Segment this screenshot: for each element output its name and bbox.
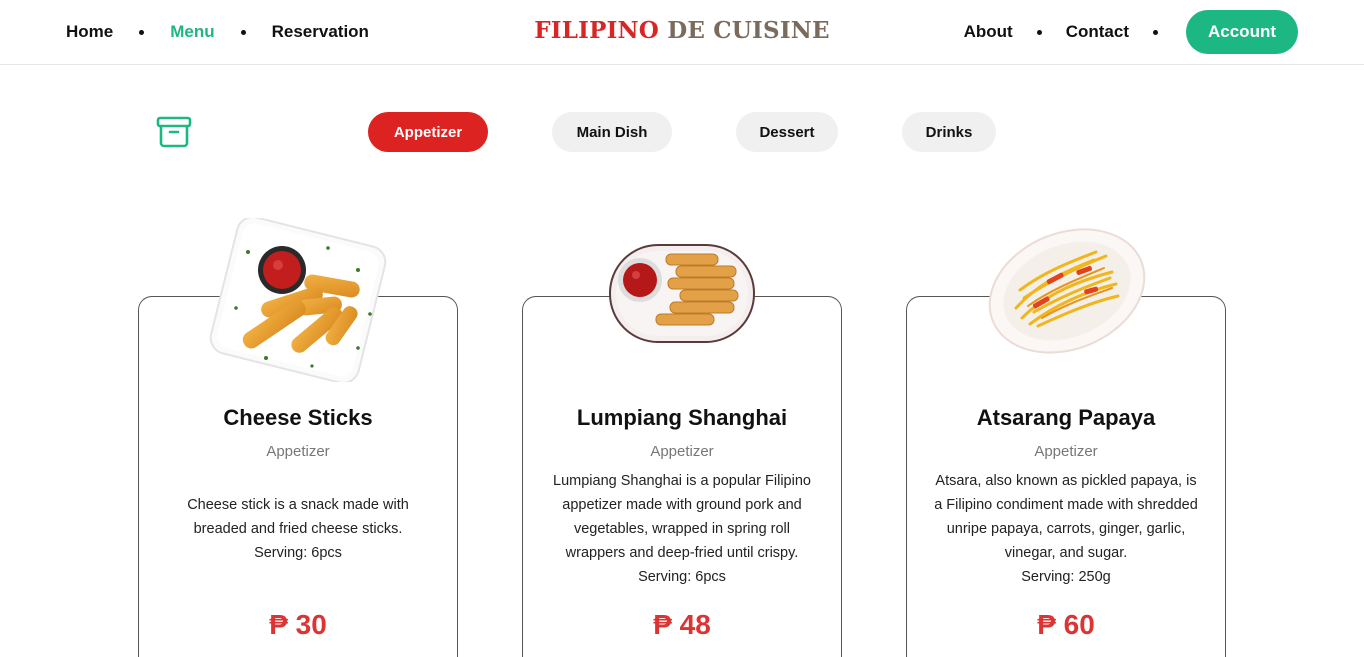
serving-text: Serving: 250g (1021, 569, 1111, 585)
account-button[interactable]: Account (1186, 10, 1298, 54)
menu-item-title: Cheese Sticks (223, 405, 373, 430)
archive-box-icon[interactable] (156, 115, 192, 149)
description-text: Atsara, also known as pickled papaya, is… (934, 473, 1198, 561)
nav-home-link[interactable]: Home (66, 22, 113, 42)
menu-item-title: Lumpiang Shanghai (576, 405, 788, 430)
menu-item-title: Atsarang Papaya (976, 405, 1156, 430)
menu-item-price: ₱ 60 (1037, 609, 1095, 640)
nav-right-group: About Contact Account (964, 0, 1298, 64)
menu-item-description: Cheese stick is a snack made with breade… (163, 493, 433, 565)
nav-reservation-link[interactable]: Reservation (272, 22, 369, 42)
nav-separator-dot (1153, 29, 1158, 35)
atsara-image (984, 226, 1150, 356)
menu-item-category: Appetizer (266, 443, 330, 460)
menu-item-price: ₱ 30 (269, 609, 327, 640)
menu-item-category: Appetizer (650, 443, 714, 460)
tab-main-dish[interactable]: Main Dish (552, 112, 672, 152)
serving-text: Serving: 6pcs (254, 545, 342, 561)
brand-name-part1: FILIPINO (534, 17, 659, 44)
lumpia-image (608, 242, 758, 346)
serving-text: Serving: 6pcs (638, 569, 726, 585)
tab-appetizer[interactable]: Appetizer (368, 112, 488, 152)
nav-left-group: Home Menu Reservation (66, 0, 369, 64)
nav-separator-dot (139, 29, 145, 35)
nav-separator-dot (1036, 29, 1042, 35)
tab-dessert[interactable]: Dessert (736, 112, 838, 152)
menu-item-card[interactable]: Lumpiang Shanghai Appetizer Lumpiang Sha… (522, 296, 842, 657)
cheese-sticks-image (208, 216, 388, 384)
menu-item-price: ₱ 48 (653, 609, 711, 640)
brand-name-part2: DE CUISINE (667, 17, 830, 44)
navbar: Home Menu Reservation FILIPINO DE CUISIN… (0, 0, 1364, 65)
menu-item-description: Lumpiang Shanghai is a popular Filipino … (547, 469, 817, 589)
menu-item-description: Atsara, also known as pickled papaya, is… (931, 469, 1201, 589)
description-text: Cheese stick is a snack made with breade… (187, 497, 409, 537)
nav-about-link[interactable]: About (964, 22, 1013, 42)
description-text: Lumpiang Shanghai is a popular Filipino … (553, 473, 811, 561)
menu-item-category: Appetizer (1034, 443, 1098, 460)
nav-menu-link[interactable]: Menu (170, 22, 214, 42)
tab-drinks[interactable]: Drinks (902, 112, 996, 152)
nav-contact-link[interactable]: Contact (1066, 22, 1129, 42)
nav-separator-dot (240, 29, 246, 35)
